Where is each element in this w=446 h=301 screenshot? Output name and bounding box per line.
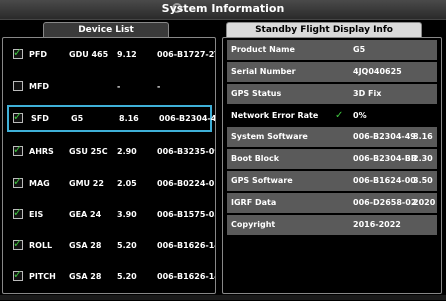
- device-name: MFD: [29, 82, 50, 91]
- check-icon: ✓: [13, 237, 23, 250]
- device-checkbox[interactable]: ✓: [13, 237, 23, 250]
- device-part: -: [157, 82, 161, 91]
- standby-info-panel: Product Name G5 Serial Number 4JQ040625 …: [222, 37, 442, 294]
- device-model: G5: [71, 114, 84, 123]
- device-version: 5.20: [117, 241, 137, 250]
- info-value: 006-D2658-02: [353, 198, 417, 207]
- check-icon: ✓: [13, 46, 23, 59]
- device-model: GDU 465: [69, 50, 109, 59]
- device-part: 006-B1626-14: [157, 241, 216, 250]
- info-row-system-software: System Software 006-B2304-49 8.16: [227, 127, 437, 147]
- device-name: PITCH: [29, 272, 56, 281]
- device-checkbox[interactable]: ✓: [13, 175, 23, 188]
- check-icon: ✓: [13, 143, 23, 156]
- device-model: GEA 24: [69, 210, 102, 219]
- info-version: 2.30: [413, 154, 433, 163]
- info-value: 2016-2022: [353, 220, 401, 229]
- check-icon: ✓: [335, 110, 344, 121]
- check-icon: ✓: [13, 206, 23, 219]
- info-label: System Software: [231, 132, 308, 141]
- info-label: GPS Software: [231, 176, 293, 185]
- device-version: -: [117, 82, 121, 91]
- info-label: Network Error Rate: [231, 111, 319, 120]
- window-title: System Information: [161, 2, 285, 15]
- device-row-sfd[interactable]: ✓ SFD G5 8.16 006-B2304-49: [7, 105, 215, 132]
- tab-standby-flight-display-info[interactable]: Standby Flight Display Info: [226, 22, 422, 37]
- device-version: 2.90: [117, 147, 137, 156]
- device-part: 006-B1727-2T: [157, 50, 216, 59]
- info-row-network-error-rate: Network Error Rate ✓ 0%: [227, 106, 437, 126]
- check-icon: ✓: [13, 175, 23, 188]
- device-row-mag[interactable]: ✓ MAG GMU 22 2.05 006-B0224-01: [7, 170, 215, 197]
- info-value: 006-B2304-BB: [353, 154, 417, 163]
- info-label: GPS Status: [231, 89, 282, 98]
- device-name: MAG: [29, 179, 50, 188]
- info-label: Boot Block: [231, 154, 280, 163]
- device-checkbox[interactable]: [13, 81, 23, 91]
- device-name: AHRS: [29, 147, 54, 156]
- title-bar: System Information: [0, 0, 446, 20]
- info-value: 0%: [353, 111, 367, 120]
- device-version: 5.20: [117, 272, 137, 281]
- device-row-ahrs[interactable]: ✓ AHRS GSU 25C 2.90 006-B3235-09: [7, 138, 215, 165]
- device-checkbox[interactable]: ✓: [13, 46, 23, 59]
- info-row-product-name: Product Name G5: [227, 40, 437, 60]
- device-part: 006-B0224-01: [157, 179, 216, 188]
- device-name: SFD: [31, 114, 49, 123]
- device-name: EIS: [29, 210, 44, 219]
- info-row-boot-block: Boot Block 006-B2304-BB 2.30: [227, 149, 437, 169]
- tab-device-list[interactable]: Device List: [43, 22, 169, 37]
- info-version: 2020: [413, 198, 436, 207]
- bottom-bar: [0, 295, 446, 300]
- device-row-eis[interactable]: ✓ EIS GEA 24 3.90 006-B1575-05: [7, 201, 215, 228]
- info-label: Serial Number: [231, 67, 296, 76]
- info-label: IGRF Data: [231, 198, 277, 207]
- device-checkbox[interactable]: ✓: [13, 110, 23, 123]
- device-model: GMU 22: [69, 179, 104, 188]
- info-label: Product Name: [231, 45, 295, 54]
- device-row-mfd[interactable]: MFD - -: [7, 73, 212, 100]
- device-model: GSA 28: [69, 272, 102, 281]
- device-row-pfd[interactable]: ✓ PFD GDU 465 9.12 006-B1727-2T: [7, 41, 215, 68]
- info-value: G5: [353, 45, 366, 54]
- info-label: Copyright: [231, 220, 276, 229]
- info-row-gps-software: GPS Software 006-B1624-00 3.50: [227, 171, 437, 191]
- device-model: GSU 25C: [69, 147, 108, 156]
- info-row-serial-number: Serial Number 4JQ040625: [227, 62, 437, 82]
- device-version: 3.90: [117, 210, 137, 219]
- info-version: 8.16: [413, 132, 433, 141]
- info-version: 3.50: [413, 176, 433, 185]
- check-icon: ✓: [13, 268, 23, 281]
- device-version: 8.16: [119, 114, 139, 123]
- device-part: 006-B3235-09: [157, 147, 216, 156]
- info-value: 3D Fix: [353, 89, 382, 98]
- info-row-gps-status: GPS Status 3D Fix: [227, 84, 437, 104]
- device-part: 006-B1575-05: [157, 210, 216, 219]
- device-part: 006-B1626-14: [157, 272, 216, 281]
- device-version: 9.12: [117, 50, 137, 59]
- info-row-copyright: Copyright 2016-2022: [227, 215, 437, 235]
- info-row-igrf-data: IGRF Data 006-D2658-02 2020: [227, 193, 437, 213]
- device-row-pitch[interactable]: ✓ PITCH GSA 28 5.20 006-B1626-14: [7, 263, 215, 290]
- device-version: 2.05: [117, 179, 137, 188]
- device-part: 006-B2304-49: [159, 114, 216, 123]
- device-checkbox[interactable]: ✓: [13, 206, 23, 219]
- device-checkbox[interactable]: ✓: [13, 268, 23, 281]
- device-row-roll[interactable]: ✓ ROLL GSA 28 5.20 006-B1626-14: [7, 232, 215, 259]
- info-value: 006-B1624-00: [353, 176, 416, 185]
- info-value: 006-B2304-49: [353, 132, 416, 141]
- check-icon: ✓: [13, 110, 23, 123]
- info-value: 4JQ040625: [353, 67, 402, 76]
- device-checkbox[interactable]: ✓: [13, 143, 23, 156]
- device-name: PFD: [29, 50, 47, 59]
- device-name: ROLL: [29, 241, 53, 250]
- device-list-panel: ✓ PFD GDU 465 9.12 006-B1727-2T MFD - - …: [2, 37, 216, 294]
- device-model: GSA 28: [69, 241, 102, 250]
